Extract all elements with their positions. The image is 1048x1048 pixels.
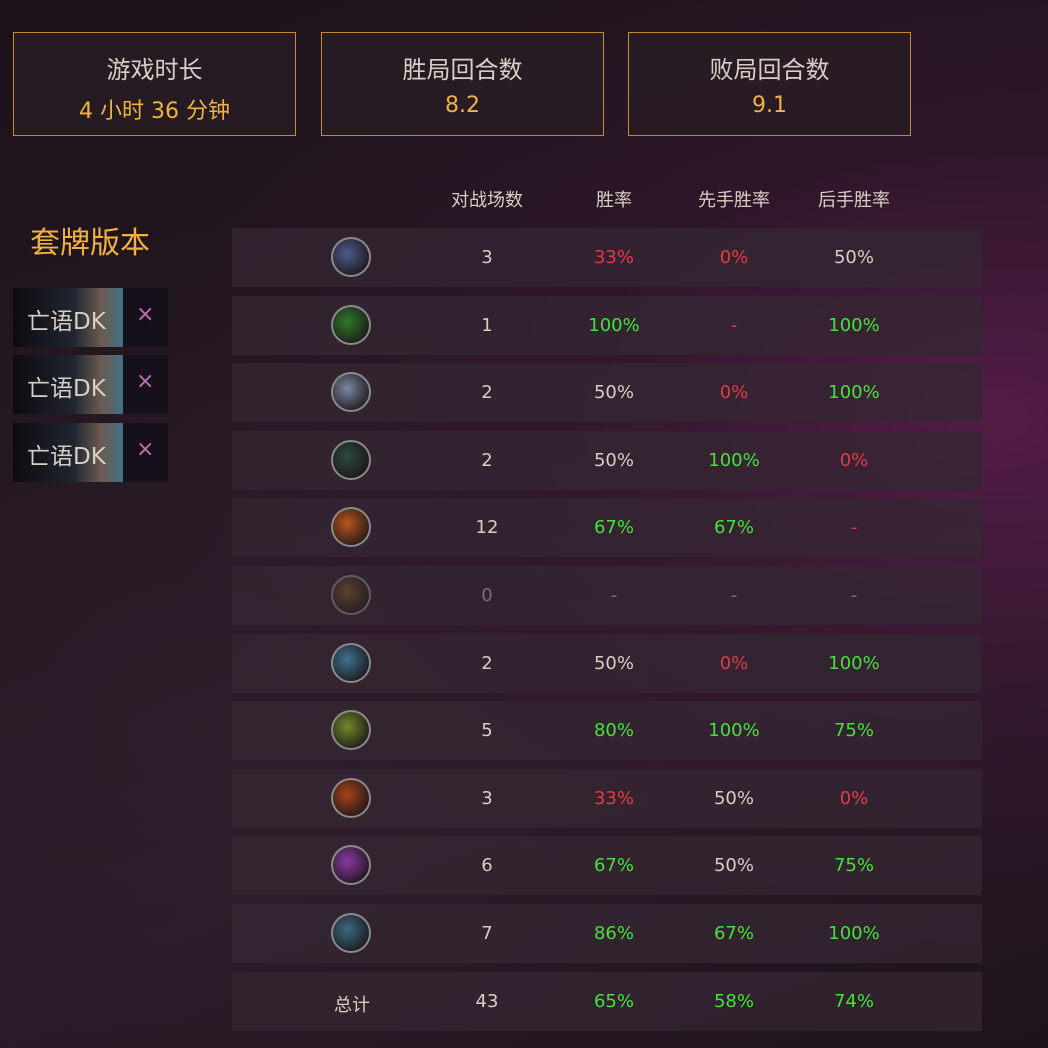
stat-title: 败局回合数	[709, 56, 830, 84]
cell-first: -	[730, 315, 738, 336]
cell-winrate: 80%	[593, 720, 634, 741]
table-row: 5 80% 100% 75%	[232, 701, 982, 760]
cell-second: 100%	[828, 382, 880, 403]
cell-games: 2	[481, 382, 493, 403]
deck-item[interactable]: 亡语DK ×	[13, 423, 168, 482]
cell-games: 12	[475, 517, 499, 538]
cell-winrate: 33%	[593, 788, 634, 809]
cell-games: 7	[481, 923, 493, 944]
table-row: 2 50% 0% 100%	[232, 634, 982, 693]
remove-deck-icon[interactable]: ×	[136, 437, 154, 462]
total-winrate: 65%	[593, 991, 634, 1012]
remove-deck-icon[interactable]: ×	[136, 302, 154, 327]
deck-item[interactable]: 亡语DK ×	[13, 355, 168, 414]
cell-games: 2	[481, 653, 493, 674]
table-row: 2 50% 0% 100%	[232, 363, 982, 422]
cell-games: 3	[481, 247, 493, 268]
cell-second: 50%	[833, 247, 874, 268]
cell-winrate: 67%	[593, 517, 634, 538]
table-row: 12 67% 67% -	[232, 498, 982, 557]
stat-loss-turns: 败局回合数 9.1	[628, 32, 911, 136]
class-icon-10	[331, 845, 371, 885]
cell-winrate: 50%	[593, 382, 634, 403]
cell-second: -	[850, 585, 858, 606]
total-games: 43	[475, 991, 499, 1012]
cell-first: 50%	[713, 788, 754, 809]
total-label: 总计	[334, 995, 370, 1016]
table-row: 2 50% 100% 0%	[232, 431, 982, 490]
deck-name: 亡语DK	[27, 444, 106, 470]
cell-second: 0%	[839, 450, 869, 471]
cell-games: 2	[481, 450, 493, 471]
total-first: 58%	[713, 991, 754, 1012]
table-total-row: 总计 43 65% 58% 74%	[232, 972, 982, 1031]
cell-second: 100%	[828, 653, 880, 674]
cell-winrate: 50%	[593, 653, 634, 674]
class-icon-7	[331, 643, 371, 683]
deck-versions-heading: 套牌版本	[30, 226, 150, 261]
cell-second: 100%	[828, 923, 880, 944]
cell-games: 5	[481, 720, 493, 741]
cell-first: 100%	[708, 450, 760, 471]
cell-first: 0%	[719, 653, 749, 674]
class-icon-9	[331, 778, 371, 818]
class-icon-2	[331, 305, 371, 345]
cell-first: 0%	[719, 382, 749, 403]
table-row: 7 86% 67% 100%	[232, 904, 982, 963]
class-icon-6	[331, 575, 371, 615]
total-second: 74%	[833, 991, 874, 1012]
deck-item[interactable]: 亡语DK ×	[13, 288, 168, 347]
cell-first: 0%	[719, 247, 749, 268]
header-games: 对战场数	[451, 190, 523, 211]
class-icon-5	[331, 507, 371, 547]
cell-first: 50%	[713, 855, 754, 876]
cell-winrate: 100%	[588, 315, 640, 336]
cell-first: 100%	[708, 720, 760, 741]
header-first-winrate: 先手胜率	[698, 190, 770, 211]
deck-name: 亡语DK	[27, 376, 106, 402]
cell-winrate: 86%	[593, 923, 634, 944]
stat-play-time: 游戏时长 4 小时 36 分钟	[13, 32, 296, 136]
stat-win-turns: 胜局回合数 8.2	[321, 32, 604, 136]
cell-first: -	[730, 585, 738, 606]
cell-first: 67%	[713, 923, 754, 944]
stat-value: 9.1	[752, 93, 787, 118]
cell-second: 0%	[839, 788, 869, 809]
header-winrate: 胜率	[596, 190, 632, 211]
class-icon-8	[331, 710, 371, 750]
header-second-winrate: 后手胜率	[818, 190, 890, 211]
stat-value: 4 小时 36 分钟	[79, 99, 230, 124]
cell-second: 75%	[833, 855, 874, 876]
cell-winrate: -	[610, 585, 618, 606]
table-row: 3 33% 50% 0%	[232, 769, 982, 828]
cell-second: 75%	[833, 720, 874, 741]
class-icon-11	[331, 913, 371, 953]
cell-games: 1	[481, 315, 493, 336]
class-icon-4	[331, 440, 371, 480]
stat-title: 游戏时长	[106, 56, 203, 84]
class-icon-3	[331, 372, 371, 412]
remove-deck-icon[interactable]: ×	[136, 369, 154, 394]
cell-winrate: 50%	[593, 450, 634, 471]
cell-second: -	[850, 517, 858, 538]
stat-value: 8.2	[445, 93, 480, 118]
table-row: 1 100% - 100%	[232, 296, 982, 355]
class-icon-1	[331, 237, 371, 277]
cell-winrate: 67%	[593, 855, 634, 876]
cell-second: 100%	[828, 315, 880, 336]
cell-winrate: 33%	[593, 247, 634, 268]
cell-first: 67%	[713, 517, 754, 538]
table-row: 0 - - -	[232, 566, 982, 625]
deck-name: 亡语DK	[27, 309, 106, 335]
cell-games: 6	[481, 855, 493, 876]
stat-title: 胜局回合数	[402, 56, 523, 84]
table-row: 3 33% 0% 50%	[232, 228, 982, 287]
table-row: 6 67% 50% 75%	[232, 836, 982, 895]
cell-games: 0	[481, 585, 493, 606]
cell-games: 3	[481, 788, 493, 809]
